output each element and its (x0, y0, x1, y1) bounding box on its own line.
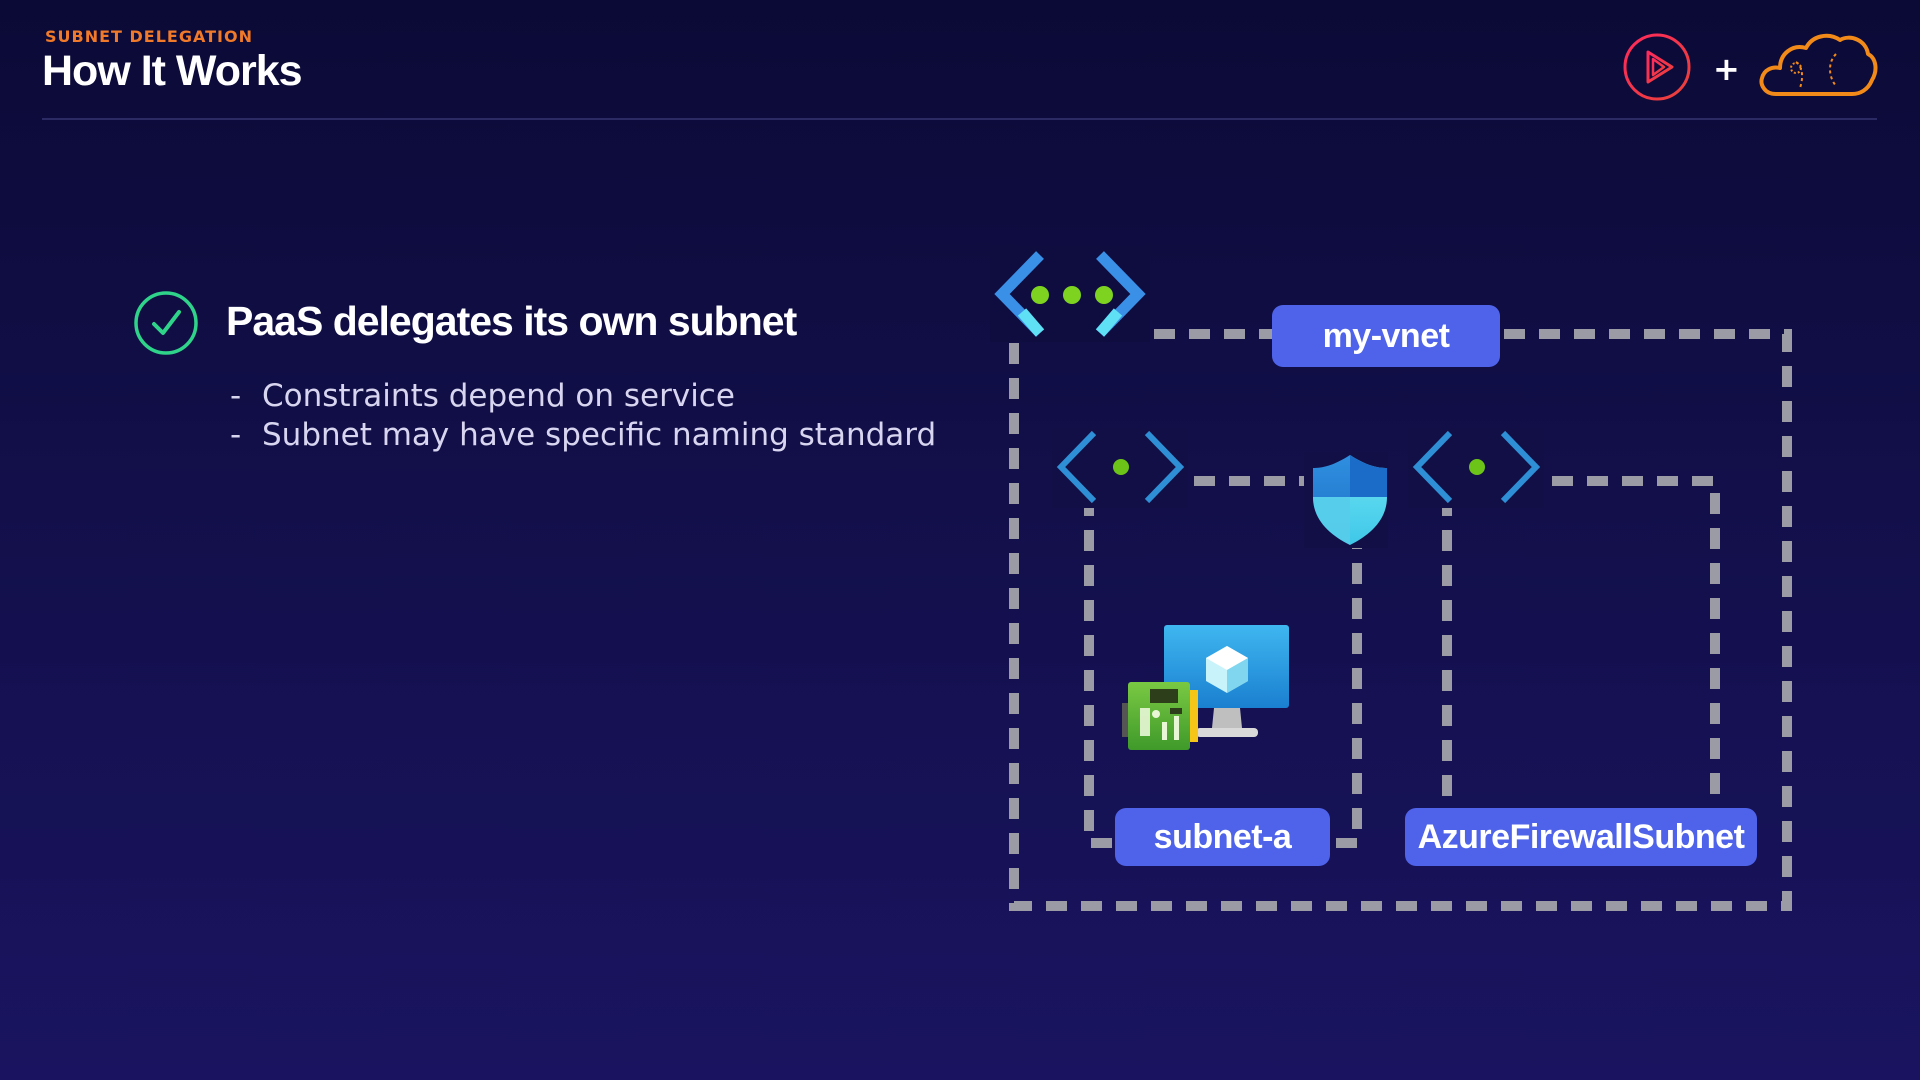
firewall-shield-icon (1304, 452, 1388, 548)
firewall-subnet-label: AzureFirewallSubnet (1405, 808, 1757, 866)
network-diagram (990, 246, 1792, 911)
firewall-subnet-boundary (1442, 476, 1720, 848)
network-interface-icon (1122, 682, 1198, 750)
vnet-icon (990, 246, 1150, 342)
vnet-label: my-vnet (1272, 305, 1500, 367)
subnet-icon (1408, 428, 1544, 508)
subnet-a-label: subnet-a (1115, 808, 1330, 866)
subnet-icon (1052, 428, 1188, 508)
